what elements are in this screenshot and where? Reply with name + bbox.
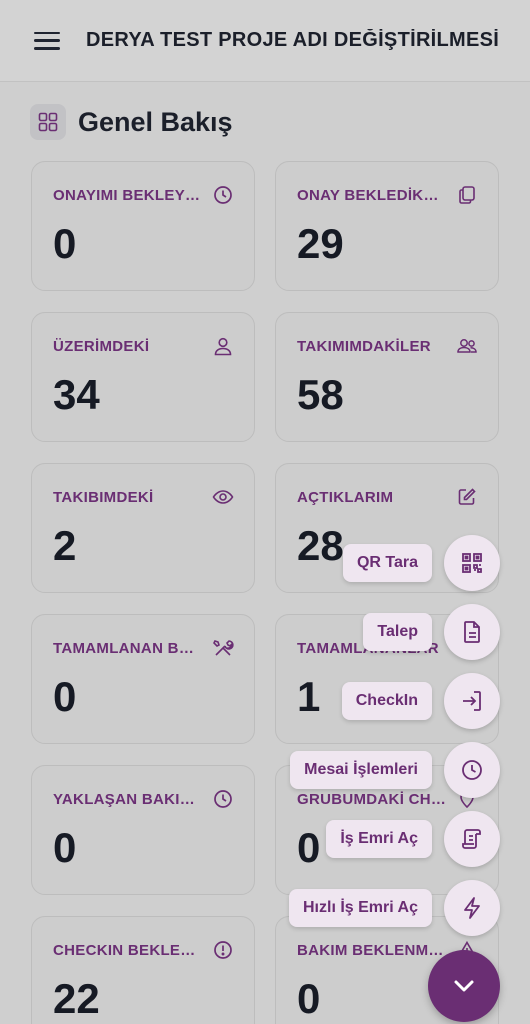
card-label: ONAYIMI BEKLEYENLER	[53, 186, 203, 204]
alert-circle-icon	[212, 939, 234, 961]
card-tamamlanan-bakimlar[interactable]: TAMAMLANAN BAKIMLAR 0	[31, 614, 255, 744]
menu-icon[interactable]	[34, 31, 60, 50]
card-value: 0	[53, 824, 77, 871]
mesai-islemleri-label[interactable]: Mesai İşlemleri	[290, 751, 432, 789]
card-value: 58	[297, 371, 344, 418]
eye-icon	[212, 486, 234, 508]
user-icon	[212, 335, 234, 357]
scroll-icon[interactable]	[444, 811, 500, 867]
card-label: ÜZERİMDEKİ	[53, 337, 150, 355]
card-value: 22	[53, 975, 100, 1022]
card-label: ONAY BEKLEDİKLERİM	[297, 186, 447, 204]
project-title: DERYA TEST PROJE ADI DEĞİŞTİRİLMESİ	[86, 29, 500, 51]
card-label: CHECKIN BEKLENENLER	[53, 941, 203, 959]
login-icon[interactable]	[444, 673, 500, 729]
qr-code-icon[interactable]	[444, 535, 500, 591]
card-uzerimdeki[interactable]: ÜZERİMDEKİ 34	[31, 312, 255, 442]
tools-icon	[212, 637, 234, 659]
card-onayimi-bekleyenler[interactable]: ONAYIMI BEKLEYENLER 0	[31, 161, 255, 291]
documents-icon	[456, 184, 478, 206]
hizli-is-emri-ac-label[interactable]: Hızlı İş Emri Aç	[289, 889, 432, 927]
card-label: BAKIM BEKLENMEDİK	[297, 941, 447, 959]
card-label: TAMAMLANAN BAKIMLAR	[53, 639, 203, 657]
card-takimimdakiler[interactable]: TAKIMIMDAKİLER 58	[275, 312, 499, 442]
talep-label[interactable]: Talep	[363, 613, 432, 651]
clock-icon[interactable]	[444, 742, 500, 798]
speed-dial-toggle-button[interactable]	[428, 950, 500, 1022]
card-value: 2	[53, 522, 77, 569]
card-value: 0	[53, 220, 77, 267]
card-value: 0	[53, 673, 77, 720]
speed-dial-checkin[interactable]: CheckIn	[341, 673, 500, 729]
card-label: YAKLAŞAN BAKIMLAR	[53, 790, 203, 808]
clock-icon	[212, 184, 234, 206]
card-value: 29	[297, 220, 344, 267]
is-emri-ac-label[interactable]: İş Emri Aç	[326, 820, 432, 858]
card-label: AÇTIKLARIM	[297, 488, 394, 506]
document-icon[interactable]	[444, 604, 500, 660]
lightning-icon[interactable]	[444, 880, 500, 936]
card-onay-bekledikleri[interactable]: ONAY BEKLEDİKLERİM 29	[275, 161, 499, 291]
grid-icon	[30, 104, 66, 140]
qr-tara-label[interactable]: QR Tara	[342, 544, 432, 582]
speed-dial-is-emri[interactable]: İş Emri Aç	[326, 811, 500, 867]
section-header: Genel Bakış	[30, 104, 233, 140]
card-label: TAKIMIMDAKİLER	[297, 337, 431, 355]
checkin-label[interactable]: CheckIn	[341, 682, 432, 720]
card-value: 34	[53, 371, 100, 418]
chevron-down-icon	[454, 980, 474, 992]
speed-dial-talep[interactable]: Talep	[363, 604, 500, 660]
speed-dial-qr[interactable]: QR Tara	[342, 535, 500, 591]
edit-icon	[456, 486, 478, 508]
users-icon	[456, 335, 478, 357]
speed-dial-mesai[interactable]: Mesai İşlemleri	[290, 742, 500, 798]
card-label: TAKIBIMDEKİ	[53, 488, 154, 506]
card-yaklasan-bakimlar[interactable]: YAKLAŞAN BAKIMLAR 0	[31, 765, 255, 895]
clock-icon	[212, 788, 234, 810]
page-title: Genel Bakış	[78, 106, 233, 137]
app-header: DERYA TEST PROJE ADI DEĞİŞTİRİLMESİ	[0, 0, 530, 82]
speed-dial-hizli-is-emri[interactable]: Hızlı İş Emri Aç	[289, 880, 500, 936]
card-checkin-beklenenler[interactable]: CHECKIN BEKLENENLER 22	[31, 916, 255, 1024]
card-takibimdeki[interactable]: TAKIBIMDEKİ 2	[31, 463, 255, 593]
